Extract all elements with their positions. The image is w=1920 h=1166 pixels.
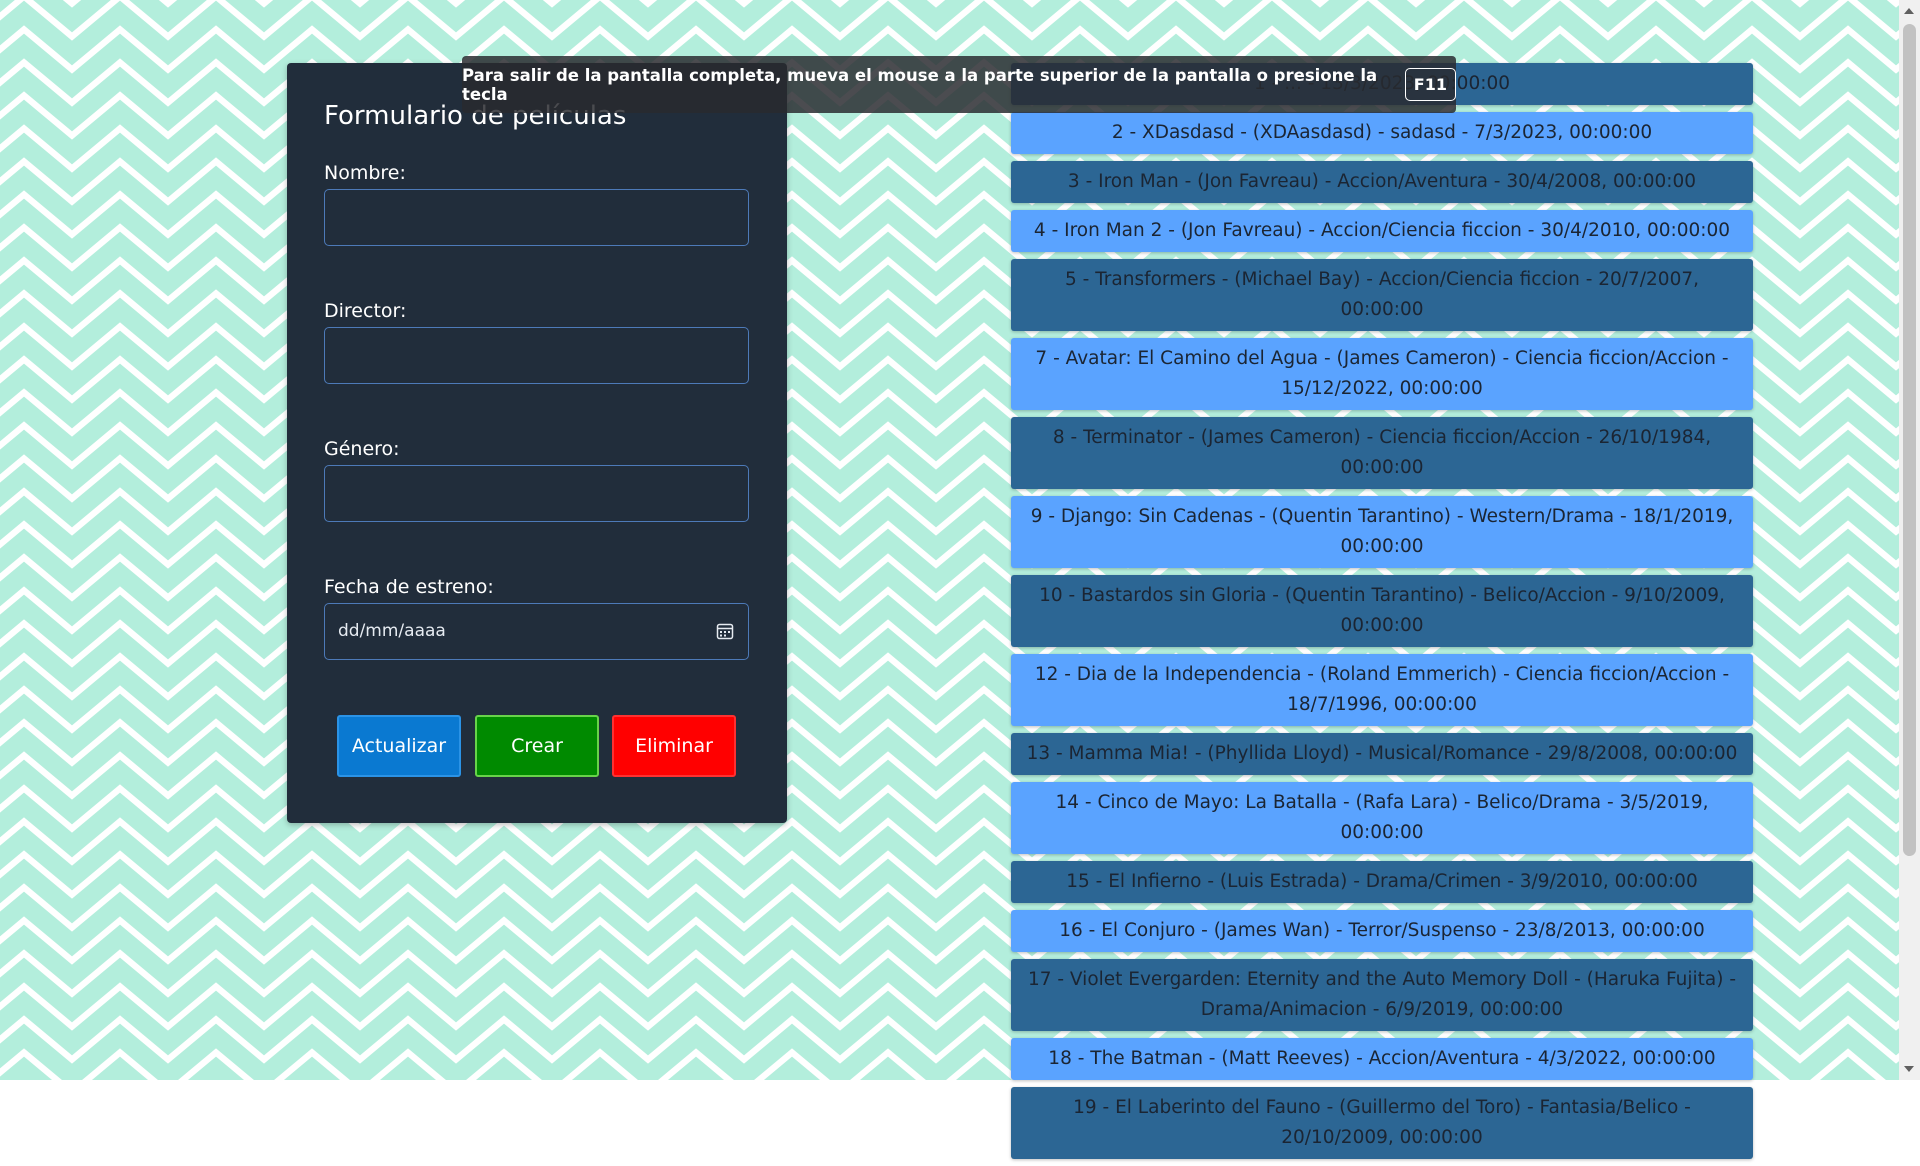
fecha-date-input[interactable]: dd/mm/aaaa (324, 603, 749, 660)
movie-form-card: Formulario de películas Nombre: Director… (287, 63, 787, 823)
movie-list-item[interactable]: 18 - The Batman - (Matt Reeves) - Accion… (1011, 1038, 1753, 1080)
movie-list-item[interactable]: 12 - Dia de la Independencia - (Roland E… (1011, 654, 1753, 726)
fullscreen-exit-toast: Para salir de la pantalla completa, muev… (462, 56, 1456, 113)
toast-message: Para salir de la pantalla completa, muev… (462, 65, 1378, 104)
director-label: Director: (324, 300, 407, 322)
toast-key-badge: F11 (1404, 68, 1456, 101)
movie-list-item[interactable]: 8 - Terminator - (James Cameron) - Cienc… (1011, 417, 1753, 489)
movie-list-item[interactable]: 9 - Django: Sin Cadenas - (Quentin Taran… (1011, 496, 1753, 568)
nombre-label: Nombre: (324, 162, 406, 184)
fecha-label: Fecha de estreno: (324, 576, 494, 598)
movie-list-item[interactable]: 16 - El Conjuro - (James Wan) - Terror/S… (1011, 910, 1753, 952)
genero-label: Género: (324, 438, 400, 460)
fecha-placeholder: dd/mm/aaaa (338, 621, 446, 641)
update-button[interactable]: Actualizar (337, 715, 461, 777)
movie-list-item[interactable]: 4 - Iron Man 2 - (Jon Favreau) - Accion/… (1011, 210, 1753, 252)
movie-list-item[interactable]: 3 - Iron Man - (Jon Favreau) - Accion/Av… (1011, 161, 1753, 203)
movie-list-item[interactable]: 13 - Mamma Mia! - (Phyllida Lloyd) - Mus… (1011, 733, 1753, 775)
movie-list-item[interactable]: 7 - Avatar: El Camino del Agua - (James … (1011, 338, 1753, 410)
movie-list-item[interactable]: 2 - XDasdasd - (XDAasdasd) - sadasd - 7/… (1011, 112, 1753, 154)
genero-input[interactable] (324, 465, 749, 522)
scroll-down-icon[interactable] (1904, 1066, 1914, 1072)
movie-list-item[interactable]: 14 - Cinco de Mayo: La Batalla - (Rafa L… (1011, 782, 1753, 854)
delete-button[interactable]: Eliminar (612, 715, 736, 777)
movie-list-item[interactable]: 15 - El Infierno - (Luis Estrada) - Dram… (1011, 861, 1753, 903)
nombre-input[interactable] (324, 189, 749, 246)
page-scrollbar[interactable] (1899, 0, 1920, 1080)
movie-list-item[interactable]: 5 - Transformers - (Michael Bay) - Accio… (1011, 259, 1753, 331)
movie-list-item[interactable]: 19 - El Laberinto del Fauno - (Guillermo… (1011, 1087, 1753, 1159)
movie-list-item[interactable]: 17 - Violet Evergarden: Eternity and the… (1011, 959, 1753, 1031)
director-input[interactable] (324, 327, 749, 384)
create-button[interactable]: Crear (475, 715, 599, 777)
movie-list-item[interactable]: 10 - Bastardos sin Gloria - (Quentin Tar… (1011, 575, 1753, 647)
scroll-thumb[interactable] (1903, 24, 1916, 856)
calendar-icon[interactable] (716, 622, 734, 640)
scroll-up-icon[interactable] (1904, 8, 1914, 14)
movie-list: 1 - ... - 13/3/2023, 00:00:002 - XDasdas… (1011, 63, 1753, 1166)
